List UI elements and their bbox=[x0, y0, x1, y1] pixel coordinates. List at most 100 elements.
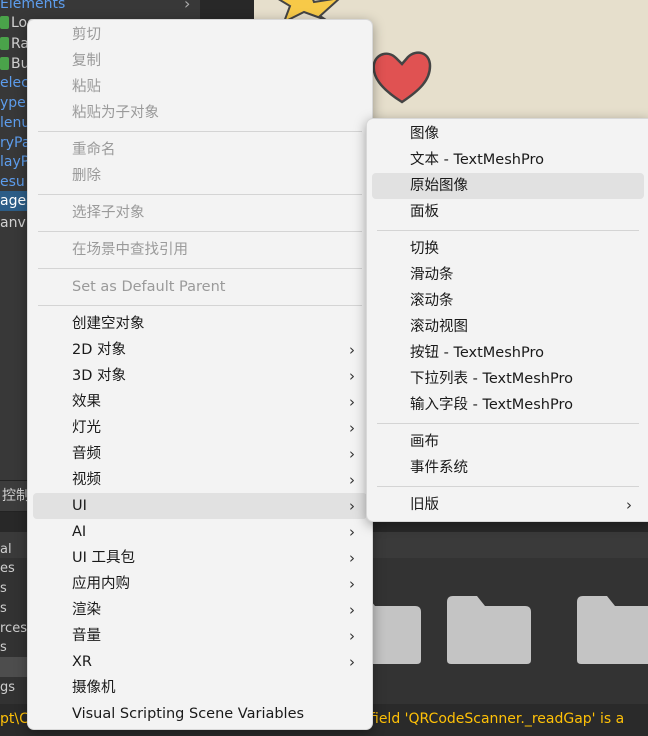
context-menu-item: 重命名 bbox=[33, 137, 367, 163]
context-menu-item: 选择子对象 bbox=[33, 200, 367, 226]
menu-separator bbox=[38, 305, 362, 306]
hierarchy-item[interactable]: Ra bbox=[0, 34, 29, 54]
hierarchy-item[interactable]: elec bbox=[0, 73, 29, 93]
context-menu-item: 在场景中查找引用 bbox=[33, 237, 367, 263]
tab-console[interactable]: 控制 bbox=[0, 481, 30, 511]
context-menu-item[interactable]: UI 工具包 › bbox=[33, 545, 367, 571]
menu-separator bbox=[38, 194, 362, 195]
status-message-left: pt\C bbox=[0, 711, 29, 727]
gameobject-icon bbox=[0, 57, 9, 70]
gameobject-icon bbox=[0, 37, 9, 50]
hierarchy-item-label: elec bbox=[0, 75, 29, 91]
context-menu-item-label: 重命名 bbox=[72, 142, 116, 158]
context-menu-item-label: AI bbox=[72, 524, 87, 540]
context-menu-item[interactable]: Visual Scripting Scene Variables bbox=[33, 701, 367, 727]
context-menu-item-label: 渲染 bbox=[72, 602, 101, 618]
ui-submenu-item-label: 切换 bbox=[410, 241, 439, 257]
ui-submenu-item[interactable]: 滑动条 bbox=[372, 262, 644, 288]
context-menu-item[interactable]: AI › bbox=[33, 519, 367, 545]
hierarchy-item-label: Elements bbox=[0, 0, 66, 12]
project-folder-item[interactable]: es bbox=[0, 559, 15, 579]
hierarchy-item[interactable]: Bu bbox=[0, 54, 29, 74]
ui-submenu-item[interactable]: 滚动条 bbox=[372, 288, 644, 314]
project-folder-item[interactable]: al bbox=[0, 540, 12, 560]
context-menu-item-label: 视频 bbox=[72, 472, 101, 488]
context-menu-item[interactable]: XR › bbox=[33, 649, 367, 675]
context-menu-item[interactable]: 音频 › bbox=[33, 441, 367, 467]
hierarchy-item-label: esu bbox=[0, 174, 25, 190]
chevron-right-icon: › bbox=[349, 445, 355, 463]
context-menu-item[interactable]: 灯光 › bbox=[33, 415, 367, 441]
ui-submenu-item[interactable]: 下拉列表 - TextMeshPro bbox=[372, 366, 644, 392]
ui-submenu-item-label: 下拉列表 - TextMeshPro bbox=[410, 371, 573, 387]
hierarchy-item[interactable]: ryPa bbox=[0, 133, 30, 153]
gameobject-icon bbox=[0, 16, 9, 29]
context-menu-item[interactable]: 3D 对象 › bbox=[33, 363, 367, 389]
ui-submenu-item[interactable]: 画布 bbox=[372, 429, 644, 455]
ui-submenu-item-label: 输入字段 - TextMeshPro bbox=[410, 397, 573, 413]
chevron-right-icon: › bbox=[349, 653, 355, 671]
foldout-arrow-icon[interactable]: › bbox=[184, 0, 190, 14]
context-menu-item-label: 音量 bbox=[72, 628, 101, 644]
folder-icon[interactable] bbox=[575, 594, 648, 666]
context-menu-item-label: Visual Scripting Scene Variables bbox=[72, 706, 305, 722]
context-menu-item: Set as Default Parent bbox=[33, 274, 367, 300]
ui-submenu: 图像 文本 - TextMeshPro 原始图像面板切换滑动条滚动条滚动视图 按钮 -… bbox=[366, 118, 648, 522]
ui-submenu-item-label: 滚动条 bbox=[410, 293, 454, 309]
ui-submenu-item[interactable]: 滚动视图 bbox=[372, 314, 644, 340]
hierarchy-item-label: age bbox=[0, 193, 27, 209]
context-menu-item-label: XR bbox=[72, 654, 93, 670]
project-folder-item[interactable]: gs bbox=[0, 678, 15, 698]
status-warning-message: field 'QRCodeScanner._readGap' is a bbox=[370, 711, 625, 727]
context-menu-item: 粘贴 bbox=[33, 74, 367, 100]
context-menu-item-label: 选择子对象 bbox=[72, 205, 145, 221]
context-menu-item[interactable]: 创建空对象 bbox=[33, 311, 367, 337]
hierarchy-item-label: layP bbox=[0, 154, 30, 170]
chevron-right-icon: › bbox=[349, 471, 355, 489]
context-menu-item-label: 效果 bbox=[72, 394, 101, 410]
context-menu-item[interactable]: UI › bbox=[33, 493, 367, 519]
project-folder-item[interactable]: s bbox=[0, 638, 7, 658]
ui-submenu-item[interactable]: 旧版 › bbox=[372, 492, 644, 518]
context-menu-item[interactable]: 2D 对象 › bbox=[33, 337, 367, 363]
context-menu-item[interactable]: 摄像机 bbox=[33, 675, 367, 701]
ui-submenu-item[interactable]: 输入字段 - TextMeshPro bbox=[372, 392, 644, 418]
ui-submenu-item[interactable]: 原始图像 bbox=[372, 173, 644, 199]
context-menu-item-label: 粘贴 bbox=[72, 79, 101, 95]
project-folder-item[interactable]: s bbox=[0, 599, 7, 619]
context-menu-item[interactable]: 效果 › bbox=[33, 389, 367, 415]
chevron-right-icon: › bbox=[349, 393, 355, 411]
chevron-right-icon: › bbox=[349, 341, 355, 359]
context-menu-item-label: 删除 bbox=[72, 168, 101, 184]
ui-submenu-item[interactable]: 文本 - TextMeshPro bbox=[372, 147, 644, 173]
context-menu-item-label: 灯光 bbox=[72, 420, 101, 436]
hierarchy-item-label: lenu bbox=[0, 115, 31, 131]
context-menu-item[interactable]: 视频 › bbox=[33, 467, 367, 493]
ui-submenu-item-label: 面板 bbox=[410, 204, 439, 220]
ui-submenu-item-label: 画布 bbox=[410, 434, 439, 450]
context-menu-item-label: Set as Default Parent bbox=[72, 279, 226, 295]
menu-separator bbox=[38, 231, 362, 232]
hierarchy-item[interactable]: ype bbox=[0, 93, 26, 113]
hierarchy-item[interactable]: esu bbox=[0, 172, 25, 192]
ui-submenu-item[interactable]: 图像 bbox=[372, 121, 644, 147]
hierarchy-item[interactable]: Elements bbox=[0, 0, 65, 14]
context-menu-item[interactable]: 渲染 › bbox=[33, 597, 367, 623]
context-menu-item: 剪切 bbox=[33, 22, 367, 48]
context-menu-item: 复制 bbox=[33, 48, 367, 74]
context-menu-item-label: UI 工具包 bbox=[72, 550, 135, 566]
project-folder-item[interactable]: rces bbox=[0, 619, 27, 639]
hierarchy-item[interactable]: lenu bbox=[0, 113, 30, 133]
context-menu-item[interactable]: 应用内购 › bbox=[33, 571, 367, 597]
ui-submenu-item[interactable]: 切换 bbox=[372, 236, 644, 262]
hierarchy-item-label: ype bbox=[0, 95, 26, 111]
hierarchy-item[interactable]: anv bbox=[0, 213, 26, 233]
context-menu-item[interactable]: 音量 › bbox=[33, 623, 367, 649]
hierarchy-item[interactable]: layP bbox=[0, 152, 29, 172]
ui-submenu-item[interactable]: 按钮 - TextMeshPro bbox=[372, 340, 644, 366]
ui-submenu-item[interactable]: 面板 bbox=[372, 199, 644, 225]
folder-icon[interactable] bbox=[445, 594, 533, 666]
ui-submenu-item[interactable]: 事件系统 bbox=[372, 455, 644, 481]
chevron-right-icon: › bbox=[349, 627, 355, 645]
project-folder-item[interactable]: s bbox=[0, 579, 7, 599]
